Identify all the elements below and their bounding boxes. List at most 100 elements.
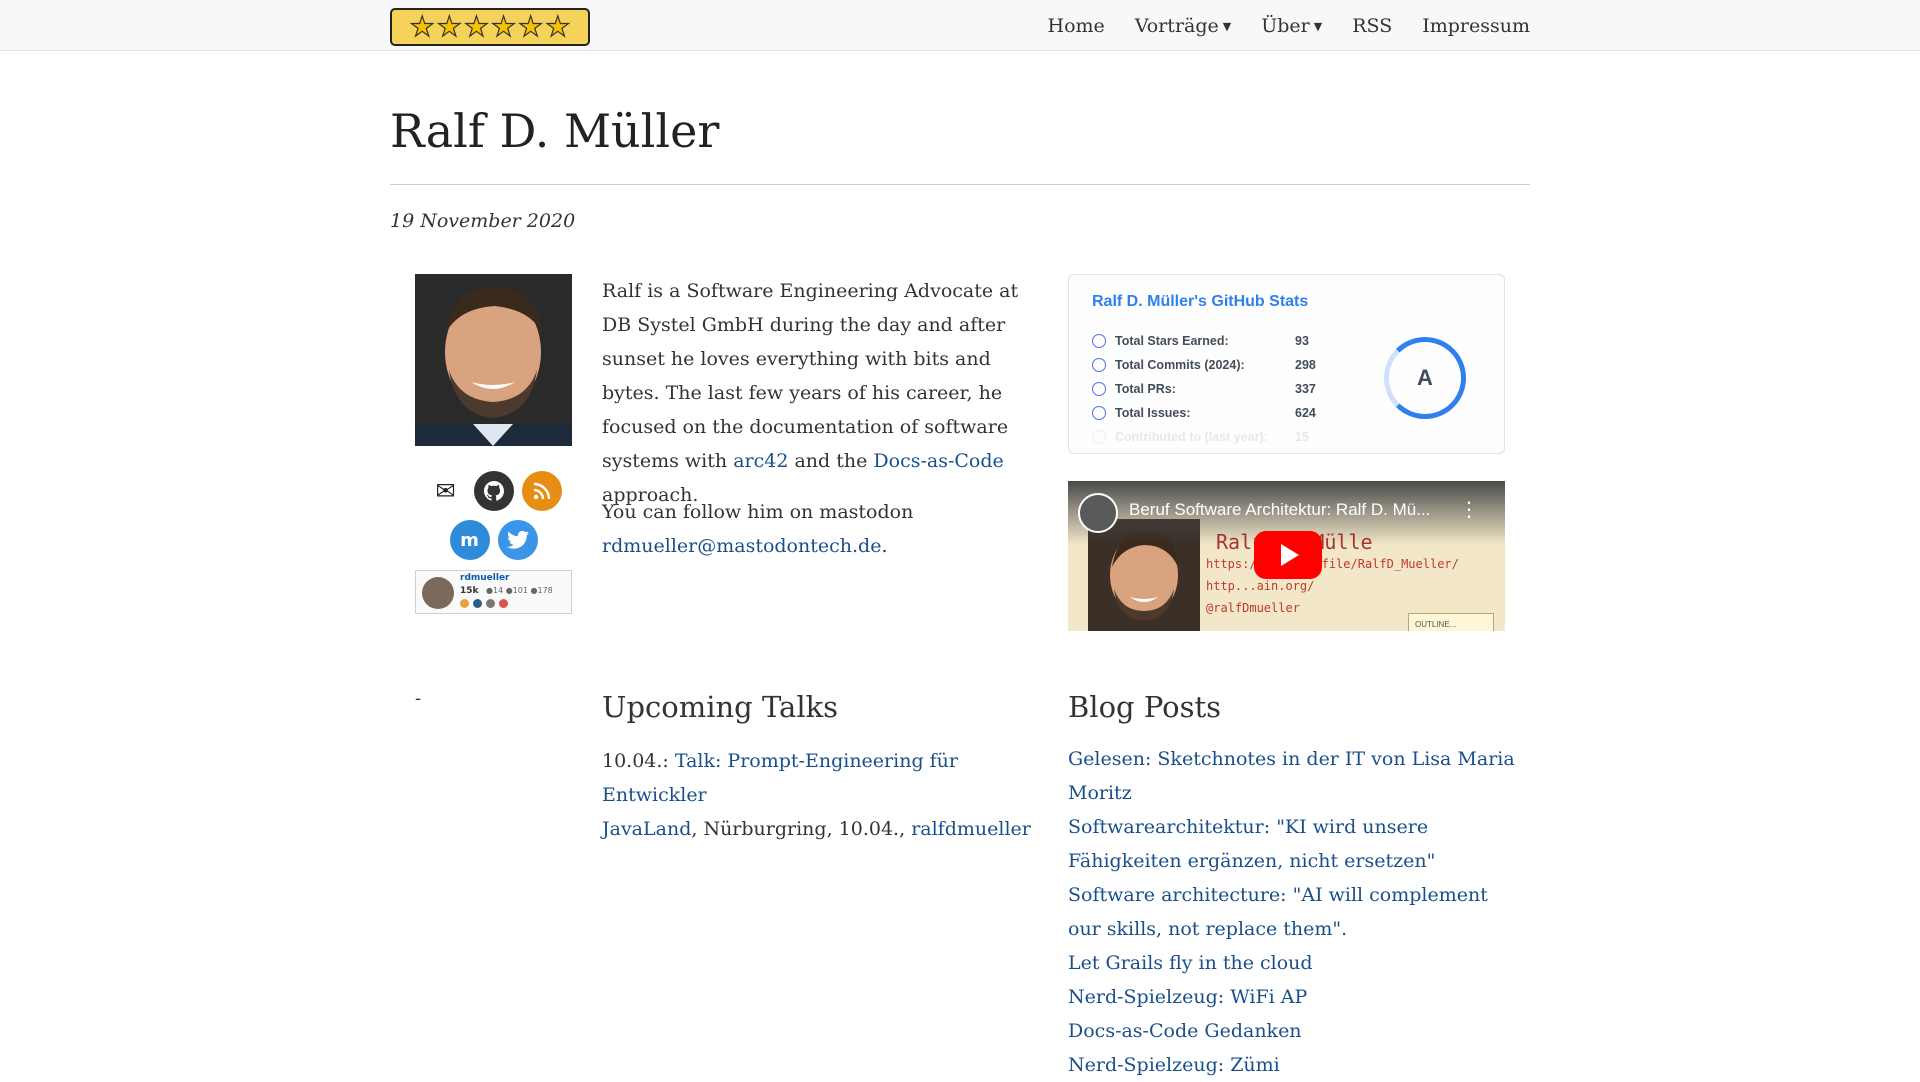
play-icon <box>1281 544 1299 566</box>
play-button[interactable] <box>1254 531 1322 579</box>
mastodon-link[interactable]: rdmueller@mastodontech.de <box>602 535 881 557</box>
nav-talks-dropdown[interactable]: Vorträge ▼ <box>1135 15 1231 37</box>
star-icon: ★ <box>490 10 517 43</box>
star-outline-icon <box>1092 334 1106 348</box>
social-links-row-2: m <box>415 520 572 560</box>
rank-grade: A <box>1417 365 1433 390</box>
blog-post-link[interactable]: Let Grails fly in the cloud <box>1068 946 1518 980</box>
blog-post-link[interactable]: Gelesen: Sketchnotes in der IT von Lisa … <box>1068 742 1518 810</box>
rank-ring: A <box>1384 337 1466 419</box>
video-link-2: http...ain.org/ <box>1206 579 1315 593</box>
nav-imprint[interactable]: Impressum <box>1422 15 1530 37</box>
video-link-1: https://w.../profile/RalfD_Mueller/ <box>1206 557 1459 571</box>
stat-row-contributed: Contributed to (last year): 15 <box>1092 427 1309 447</box>
stat-row-issues: Total Issues: 624 <box>1092 403 1316 423</box>
talks-heading: Upcoming Talks <box>602 690 839 724</box>
tag-icon <box>486 599 495 608</box>
stat-value: 298 <box>1295 358 1316 372</box>
navbar: ★ ★ ★ ★ ★ ★ Home Vorträge ▼ Über ▼ RSS Imp… <box>0 0 1920 51</box>
follow-paragraph: You can follow him on mastodon rdmueller… <box>602 495 1042 563</box>
talk-date: 10.04.: <box>602 750 675 772</box>
stat-value: 337 <box>1295 382 1316 396</box>
issue-icon <box>1092 406 1106 420</box>
stackoverflow-flair[interactable]: rdmueller 15k ●14 ●101 ●178 <box>415 570 572 614</box>
flair-badge-counts: ●14 ●101 ●178 <box>486 586 553 595</box>
clock-icon <box>1092 358 1106 372</box>
bio-text: and the <box>788 450 874 472</box>
follow-text: You can follow him on mastodon <box>602 501 914 523</box>
rss-glyph <box>533 482 550 500</box>
talk-speaker-link[interactable]: ralfdmueller <box>911 818 1031 840</box>
github-icon[interactable] <box>473 471 514 511</box>
docs-as-code-link[interactable]: Docs-as-Code <box>873 450 1003 472</box>
stat-value: 15 <box>1295 430 1309 444</box>
stat-value: 624 <box>1295 406 1316 420</box>
blog-post-link[interactable]: Nerd-Spielzeug: Zümi <box>1068 1048 1518 1082</box>
star-icon: ★ <box>409 10 435 43</box>
star-icon: ★ <box>545 10 571 43</box>
social-links-row-1: ✉ <box>415 471 572 511</box>
nav-about-dropdown[interactable]: Über ▼ <box>1261 15 1322 37</box>
flair-username: rdmueller <box>460 573 510 583</box>
repo-icon <box>1092 430 1106 444</box>
twitter-bird-glyph <box>506 530 529 549</box>
github-stats-card[interactable]: Ralf D. Müller's GitHub Stats Total Star… <box>1068 274 1505 454</box>
stat-row-prs: Total PRs: 337 <box>1092 379 1316 399</box>
profile-photo <box>415 274 572 446</box>
avatar <box>422 577 454 609</box>
flair-tag-icons <box>460 599 508 608</box>
twitter-icon[interactable] <box>497 520 538 560</box>
nav-about-label: Über <box>1261 14 1310 37</box>
stat-row-stars: Total Stars Earned: 93 <box>1092 331 1309 351</box>
note-text: OUTLINE... <box>1415 620 1457 629</box>
talk-venue-link[interactable]: JavaLand <box>602 818 691 840</box>
stat-row-commits: Total Commits (2024): 298 <box>1092 355 1316 375</box>
blog-post-link[interactable]: Softwarearchitektur: "KI wird unsere Fäh… <box>1068 810 1518 878</box>
post-date: 19 November 2020 <box>390 210 576 232</box>
star-icon: ★ <box>518 10 544 43</box>
portrait-drawing <box>415 274 572 446</box>
youtube-embed[interactable]: Ralf D. Mülle https://w.../profile/RalfD… <box>1068 481 1505 631</box>
talk-location: , Nürburgring, 10.04., <box>691 818 912 840</box>
channel-avatar[interactable] <box>1078 493 1118 533</box>
blog-post-list: Gelesen: Sketchnotes in der IT von Lisa … <box>1068 742 1518 1082</box>
mastodon-icon[interactable]: m <box>449 520 490 560</box>
blog-post-link[interactable]: Software architecture: "AI will compleme… <box>1068 878 1518 946</box>
nav-rss[interactable]: RSS <box>1352 15 1392 37</box>
star-icon: ★ <box>436 10 462 43</box>
divider <box>390 184 1530 185</box>
blog-post-link[interactable]: Docs-as-Code Gedanken <box>1068 1014 1518 1048</box>
pull-request-icon <box>1092 382 1106 396</box>
caret-down-icon: ▼ <box>1222 20 1232 33</box>
bio-text: Ralf is a Software Engineering Advocate … <box>602 280 1019 472</box>
arc42-link[interactable]: arc42 <box>733 450 788 472</box>
site-logo[interactable]: ★ ★ ★ ★ ★ ★ <box>390 8 590 46</box>
main-nav: Home Vorträge ▼ Über ▼ RSS Impressum <box>1048 0 1530 51</box>
rss-icon[interactable] <box>521 471 562 511</box>
more-options-icon[interactable]: ⋮ <box>1459 497 1479 521</box>
caret-down-icon: ▼ <box>1313 20 1323 33</box>
sidebar-dash: - <box>415 688 422 709</box>
stat-label: Total PRs: <box>1115 382 1176 396</box>
talk-entry: 10.04.: Talk: Prompt-Engineering für Ent… <box>602 744 1042 846</box>
nav-talks-label: Vorträge <box>1134 14 1219 37</box>
stat-label: Contributed to (last year): <box>1115 430 1268 444</box>
blog-post-link[interactable]: Nerd-Spielzeug: WiFi AP <box>1068 980 1518 1014</box>
github-octocat-glyph <box>483 481 504 501</box>
stat-label: Total Commits (2024): <box>1115 358 1245 372</box>
video-note: OUTLINE... <box>1408 613 1494 631</box>
video-title[interactable]: Beruf Software Architektur: Ralf D. Mü..… <box>1129 500 1430 520</box>
nav-home[interactable]: Home <box>1048 15 1105 37</box>
github-stats-title: Ralf D. Müller's GitHub Stats <box>1092 293 1309 310</box>
star-icon: ★ <box>463 10 489 43</box>
blog-heading: Blog Posts <box>1068 690 1222 724</box>
tag-icon <box>499 599 508 608</box>
tag-icon <box>460 599 469 608</box>
flair-reputation: 15k <box>460 586 479 596</box>
page-title: Ralf D. Müller <box>390 104 720 158</box>
stat-value: 93 <box>1295 334 1309 348</box>
email-icon[interactable]: ✉ <box>425 471 466 511</box>
follow-end: . <box>881 535 888 557</box>
tag-icon <box>473 599 482 608</box>
bio-paragraph: Ralf is a Software Engineering Advocate … <box>602 274 1042 512</box>
